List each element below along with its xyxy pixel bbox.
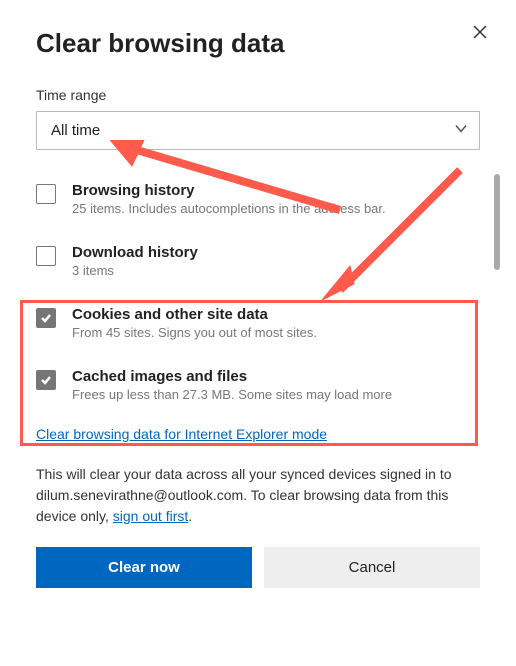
option-sub: 25 items. Includes autocompletions in th…: [72, 201, 386, 216]
option-label: Browsing history: [72, 182, 386, 199]
cancel-button[interactable]: Cancel: [264, 547, 480, 588]
clear-browsing-data-dialog: Clear browsing data Time range All time …: [0, 0, 516, 666]
time-range-select[interactable]: All time: [36, 111, 480, 150]
info-suffix: .: [188, 508, 192, 524]
time-range-select-wrap: All time: [36, 111, 480, 150]
option-cached[interactable]: Cached images and files Frees up less th…: [36, 360, 480, 410]
option-sub: From 45 sites. Signs you out of most sit…: [72, 325, 317, 340]
dialog-buttons: Clear now Cancel: [36, 547, 480, 588]
sync-info-text: This will clear your data across all you…: [36, 464, 480, 527]
option-download-history[interactable]: Download history 3 items: [36, 236, 480, 286]
checkbox-cached[interactable]: [36, 370, 56, 390]
sign-out-link[interactable]: sign out first: [113, 508, 188, 524]
scrollbar-thumb[interactable]: [494, 174, 500, 270]
option-label: Cached images and files: [72, 368, 392, 385]
option-browsing-history[interactable]: Browsing history 25 items. Includes auto…: [36, 174, 480, 224]
close-button[interactable]: [468, 20, 492, 44]
checkbox-download-history[interactable]: [36, 246, 56, 266]
option-cookies[interactable]: Cookies and other site data From 45 site…: [36, 298, 480, 348]
option-label: Download history: [72, 244, 198, 261]
clear-now-button[interactable]: Clear now: [36, 547, 252, 588]
check-icon: [40, 374, 52, 386]
time-range-label: Time range: [36, 87, 480, 103]
checkbox-cookies[interactable]: [36, 308, 56, 328]
option-label: Cookies and other site data: [72, 306, 317, 323]
option-sub: Frees up less than 27.3 MB. Some sites m…: [72, 387, 392, 402]
option-sub: 3 items: [72, 263, 198, 278]
info-prefix: This will clear your data across all you…: [36, 466, 452, 524]
ie-mode-link[interactable]: Clear browsing data for Internet Explore…: [36, 426, 327, 442]
checkbox-browsing-history[interactable]: [36, 184, 56, 204]
dialog-title: Clear browsing data: [36, 28, 480, 59]
data-type-list: Browsing history 25 items. Includes auto…: [36, 174, 480, 410]
close-icon: [472, 24, 488, 40]
check-icon: [40, 312, 52, 324]
